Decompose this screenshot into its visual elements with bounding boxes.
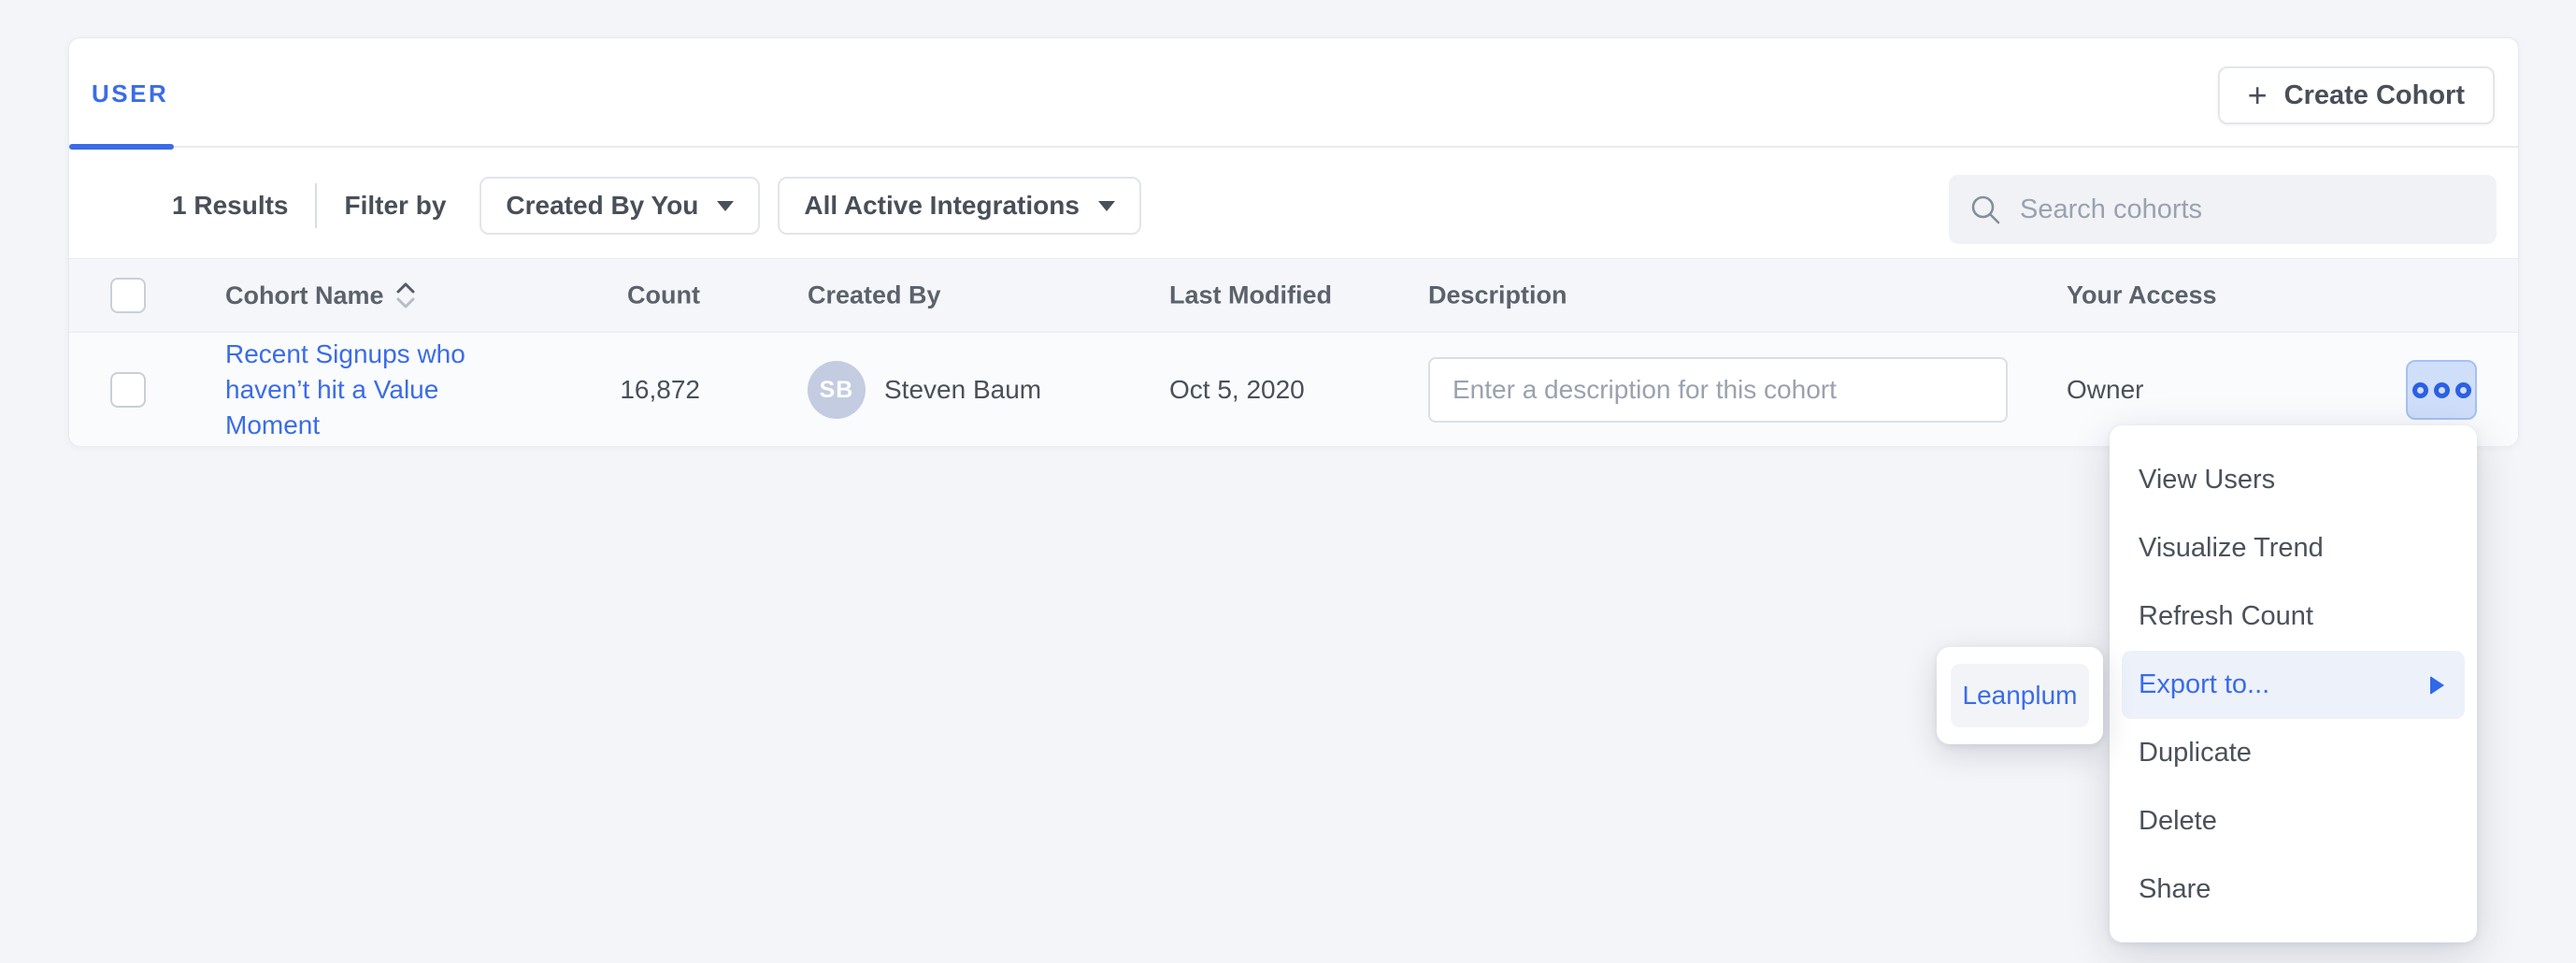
results-count: 1 Results (172, 191, 289, 221)
ellipsis-icon (2434, 382, 2450, 398)
more-actions-button[interactable] (2406, 360, 2477, 420)
chevron-down-icon (1098, 201, 1115, 211)
menu-item-delete[interactable]: Delete (2110, 787, 2477, 855)
chevron-down-icon (717, 201, 734, 211)
column-header-description: Description (1428, 281, 1567, 309)
sort-icon[interactable] (395, 280, 416, 310)
tab-user-label: USER (92, 79, 168, 108)
description-input[interactable] (1428, 357, 2008, 423)
menu-item-visualize-trend[interactable]: Visualize Trend (2110, 514, 2477, 582)
menu-item-export-to-label: Export to... (2139, 669, 2269, 700)
row-actions-menu: View Users Visualize Trend Refresh Count… (2110, 425, 2477, 942)
menu-item-share[interactable]: Share (2110, 855, 2477, 924)
cohort-name-link[interactable]: Recent Signups who haven’t hit a Value M… (225, 337, 470, 443)
menu-item-refresh-count[interactable]: Refresh Count (2110, 582, 2477, 651)
created-by-dropdown-value: Created By You (506, 191, 698, 221)
filter-by-label: Filter by (345, 191, 447, 221)
menu-item-export-to[interactable]: Export to... (2122, 651, 2465, 719)
ellipsis-icon (2412, 382, 2428, 398)
menu-item-duplicate[interactable]: Duplicate (2110, 719, 2477, 787)
cohorts-page: USER + Create Cohort 1 Results Filter by… (0, 0, 2576, 963)
search-cohorts-box[interactable] (1949, 175, 2497, 244)
tab-user[interactable]: USER (69, 38, 174, 148)
integrations-dropdown-value: All Active Integrations (804, 191, 1080, 221)
search-cohorts-input[interactable] (2020, 194, 2476, 225)
export-submenu: Leanplum (1937, 647, 2103, 744)
integrations-dropdown[interactable]: All Active Integrations (778, 177, 1141, 235)
creator-name: Steven Baum (884, 375, 1041, 405)
column-header-your-access: Your Access (2067, 281, 2217, 309)
table-header-row: Cohort Name Count Created By Last Modifi… (69, 258, 2518, 333)
submenu-arrow-icon (2430, 676, 2444, 695)
plus-icon: + (2248, 79, 2268, 112)
ellipsis-icon (2455, 382, 2471, 398)
divider (315, 183, 317, 228)
column-header-cohort-name[interactable]: Cohort Name (225, 281, 384, 310)
column-header-created-by: Created By (808, 281, 941, 309)
tab-bar: USER + Create Cohort (69, 38, 2518, 148)
column-header-last-modified: Last Modified (1169, 281, 1332, 309)
created-by-dropdown[interactable]: Created By You (479, 177, 760, 235)
row-checkbox[interactable] (110, 372, 146, 408)
create-cohort-button[interactable]: + Create Cohort (2218, 66, 2495, 124)
last-modified-date: Oct 5, 2020 (1169, 375, 1305, 404)
cohorts-panel: USER + Create Cohort 1 Results Filter by… (68, 37, 2519, 446)
menu-item-view-users[interactable]: View Users (2110, 446, 2477, 514)
search-icon (1969, 194, 2001, 225)
filter-bar: 1 Results Filter by Created By You All A… (69, 150, 2518, 262)
access-value: Owner (2067, 375, 2143, 404)
select-all-checkbox[interactable] (110, 278, 146, 313)
cohort-count: 16,872 (620, 375, 700, 404)
submenu-item-leanplum[interactable]: Leanplum (1951, 664, 2089, 727)
column-header-count: Count (627, 281, 700, 309)
create-cohort-label: Create Cohort (2284, 80, 2465, 111)
avatar: SB (808, 361, 866, 419)
